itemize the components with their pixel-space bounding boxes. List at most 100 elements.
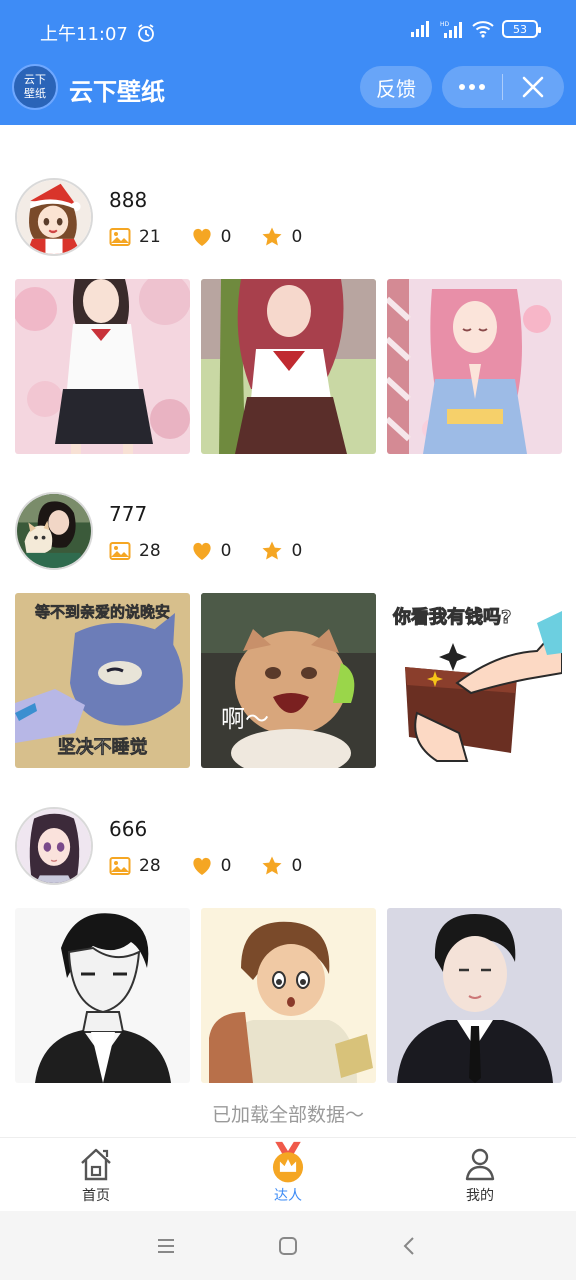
feedback-button[interactable]: 反馈 [360, 66, 432, 108]
images-count: 28 [139, 541, 161, 561]
tab-home-label: 首页 [82, 1188, 110, 1204]
angry-cat-meme-icon [201, 593, 376, 768]
user-card[interactable]: 666 28 0 0 [0, 807, 576, 1107]
title-bar: 云下 壁纸 云下壁纸 反馈 [0, 62, 576, 118]
wallpaper-thumbnail[interactable] [387, 908, 562, 1083]
close-button[interactable] [503, 66, 563, 108]
close-icon [522, 76, 544, 98]
wallpaper-thumbnail[interactable] [201, 279, 376, 454]
wallpaper-thumbnail[interactable] [15, 279, 190, 454]
wifi-icon [472, 21, 494, 38]
user-avatar[interactable] [15, 807, 93, 885]
app-title: 云下壁纸 [69, 78, 165, 106]
user-stats: 28 0 0 [109, 540, 332, 562]
meme-caption: 啊～ [221, 705, 269, 733]
status-time-group: 上午11:07 [40, 20, 156, 46]
heart-icon [193, 542, 211, 560]
user-avatar[interactable] [15, 492, 93, 570]
username: 666 [109, 817, 148, 841]
battery-icon: 53 [502, 20, 541, 38]
wallpaper-thumbnails: 等不到亲爱的说晚安 坚决不睡觉 啊～ 你看我有钱吗? [15, 593, 562, 768]
favorites-count: 0 [291, 541, 303, 561]
menu-icon[interactable] [154, 1234, 178, 1258]
tab-talent-label: 达人 [274, 1188, 302, 1204]
likes-stat: 0 [191, 226, 232, 248]
app-header: 上午11:07 HD 53 云下 壁纸 云下壁纸 反馈 [0, 0, 576, 125]
signal-hd-icon: HD [440, 21, 462, 38]
tab-talent[interactable]: 达人 [192, 1138, 384, 1211]
images-stat: 28 [109, 855, 161, 877]
home-icon [81, 1148, 111, 1181]
crown-medal-icon [272, 1141, 304, 1183]
anime-girl-red-hair-sailor-icon [201, 279, 376, 454]
app-logo: 云下 壁纸 [12, 64, 58, 110]
star-icon [262, 541, 282, 560]
username: 888 [109, 188, 148, 212]
meme-caption: 你看我有钱吗? [392, 607, 512, 629]
manga-boy-sketch-icon [15, 908, 190, 1083]
heart-icon [193, 228, 211, 246]
user-stats: 28 0 0 [109, 855, 332, 877]
status-icons: HD 53 [410, 20, 541, 38]
alarm-icon [137, 24, 154, 42]
wallpaper-thumbnail[interactable] [387, 279, 562, 454]
mini-program-capsule [442, 66, 564, 108]
favorites-stat: 0 [261, 540, 302, 562]
images-count: 21 [139, 227, 161, 247]
wallpaper-thumbnail[interactable]: 啊～ [201, 593, 376, 768]
wallpaper-thumbnail[interactable] [201, 908, 376, 1083]
bottom-tab-bar: 首页 达人 我的 [0, 1137, 576, 1211]
user-card[interactable]: 777 28 0 0 等不到亲爱的说晚安 坚决不睡觉 啊～ 你看我有钱吗? [0, 492, 576, 792]
girl-with-cat-avatar-icon [17, 494, 91, 568]
favorites-count: 0 [291, 856, 303, 876]
user-card[interactable]: 888 21 0 0 [0, 178, 576, 478]
image-icon [109, 542, 131, 560]
anime-girl-pink-kimono-praying-icon [387, 279, 562, 454]
meme-caption-top: 等不到亲爱的说晚安 [34, 603, 171, 622]
wallpaper-thumbnails [15, 279, 562, 454]
anime-boy-suit-icon [387, 908, 562, 1083]
favorites-stat: 0 [261, 855, 302, 877]
images-count: 28 [139, 856, 161, 876]
star-icon [262, 856, 282, 875]
likes-stat: 0 [191, 855, 232, 877]
home-square-icon[interactable] [276, 1234, 300, 1258]
user-stats: 21 0 0 [109, 226, 332, 248]
meme-caption-bottom: 坚决不睡觉 [57, 737, 148, 759]
more-button[interactable] [442, 66, 502, 108]
likes-stat: 0 [191, 540, 232, 562]
heart-icon [193, 857, 211, 875]
likes-count: 0 [220, 541, 232, 561]
favorites-count: 0 [291, 227, 303, 247]
more-dots-icon [459, 84, 485, 90]
anime-girl-santa-avatar-icon [17, 180, 91, 254]
anime-girl-purple-avatar-icon [17, 809, 91, 883]
user-avatar[interactable] [15, 178, 93, 256]
tab-mine[interactable]: 我的 [384, 1138, 576, 1211]
wallpaper-thumbnail[interactable] [15, 908, 190, 1083]
likes-count: 0 [220, 227, 232, 247]
images-stat: 28 [109, 540, 161, 562]
favorites-stat: 0 [261, 226, 302, 248]
cartoon-boy-backpack-icon [201, 908, 376, 1083]
signal-icon [411, 21, 429, 37]
wallpaper-thumbnails [15, 908, 562, 1083]
anime-girl-sailor-cherry-blossom-icon [15, 279, 190, 454]
username: 777 [109, 502, 148, 526]
tab-mine-label: 我的 [466, 1188, 494, 1204]
wallpaper-thumbnail[interactable]: 你看我有钱吗? [387, 593, 562, 768]
tab-home[interactable]: 首页 [0, 1138, 192, 1211]
image-icon [109, 857, 131, 875]
battery-level: 53 [513, 22, 527, 36]
system-navigation-bar [0, 1211, 576, 1280]
image-icon [109, 228, 131, 246]
likes-count: 0 [220, 856, 232, 876]
wallpaper-thumbnail[interactable]: 等不到亲爱的说晚安 坚决不睡觉 [15, 593, 190, 768]
status-time: 上午11:07 [40, 24, 128, 45]
hd-label: HD [440, 21, 450, 28]
images-stat: 21 [109, 226, 161, 248]
back-icon[interactable] [398, 1234, 422, 1258]
talent-list: 888 21 0 0 777 28 0 0 等不到亲爱的说晚安 坚决不睡觉 啊～… [0, 125, 576, 1135]
status-bar: 上午11:07 HD 53 [0, 0, 576, 62]
star-icon [262, 227, 282, 246]
